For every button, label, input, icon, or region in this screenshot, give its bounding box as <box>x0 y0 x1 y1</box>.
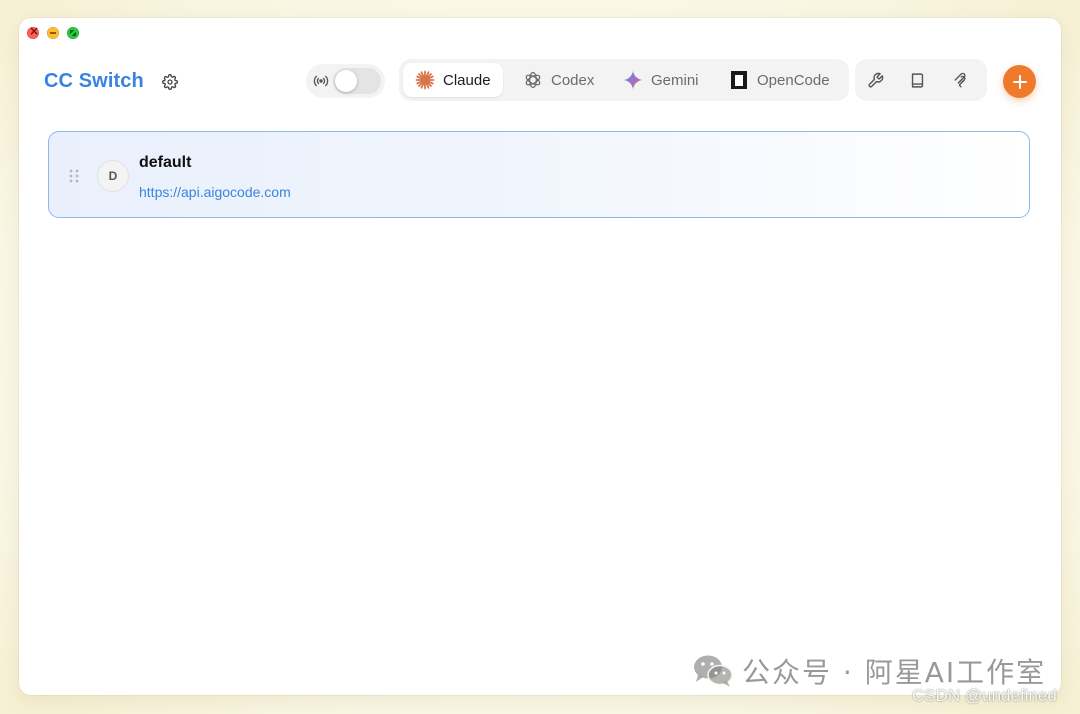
book-icon <box>911 72 923 88</box>
gemini-spark-icon <box>623 70 643 90</box>
drag-handle-icon[interactable] <box>68 168 80 184</box>
tools-button[interactable] <box>863 68 887 92</box>
tab-claude-label: Claude <box>443 71 491 89</box>
wechat-icon <box>694 655 733 687</box>
docs-button[interactable] <box>905 68 929 92</box>
tab-codex-label: Codex <box>551 71 595 89</box>
provider-card[interactable]: D default https://api.aigocode.com <box>48 131 1030 218</box>
openai-knot-icon <box>523 70 543 90</box>
proxy-toggle-group <box>306 64 385 98</box>
tool-group <box>855 59 987 101</box>
wrench-icon <box>867 72 883 88</box>
broadcast-icon <box>312 72 330 90</box>
tab-claude[interactable]: Claude <box>403 63 503 97</box>
tab-codex[interactable]: Codex <box>511 63 607 97</box>
provider-url-link[interactable]: https://api.aigocode.com <box>139 184 291 200</box>
close-window-button[interactable] <box>27 24 39 39</box>
provider-name: default <box>139 154 192 171</box>
app-title: CC Switch <box>44 70 144 92</box>
tab-opencode-label: OpenCode <box>757 71 830 89</box>
csdn-credit: CSDN @undefined <box>912 686 1057 705</box>
mcp-button[interactable] <box>950 68 974 92</box>
app-tabs: Claude Codex Gemini OpenCode <box>399 59 849 101</box>
opencode-square-icon <box>729 70 749 90</box>
tab-gemini[interactable]: Gemini <box>611 63 711 97</box>
add-provider-button[interactable] <box>1003 65 1036 98</box>
gear-icon <box>162 74 178 90</box>
fullscreen-window-button[interactable] <box>67 27 79 39</box>
toolbar: CC Switch Claude Codex Gemini OpenCode <box>19 59 1061 102</box>
toggle-knob <box>335 70 357 92</box>
mcp-icon <box>954 72 966 88</box>
plus-icon <box>1012 74 1027 89</box>
provider-avatar: D <box>97 160 129 192</box>
app-window: CC Switch <box>19 18 1061 695</box>
watermark-text: 公众号 · 阿星AI工作室 <box>742 656 1047 689</box>
proxy-toggle[interactable] <box>333 68 381 94</box>
minimize-window-button[interactable] <box>47 27 59 39</box>
tab-opencode[interactable]: OpenCode <box>717 63 844 97</box>
claude-sunburst-icon <box>415 70 435 90</box>
settings-button[interactable] <box>158 70 182 94</box>
window-controls <box>27 24 79 39</box>
watermark: 公众号 · 阿星AI工作室 <box>692 651 1046 691</box>
tab-gemini-label: Gemini <box>651 71 699 89</box>
